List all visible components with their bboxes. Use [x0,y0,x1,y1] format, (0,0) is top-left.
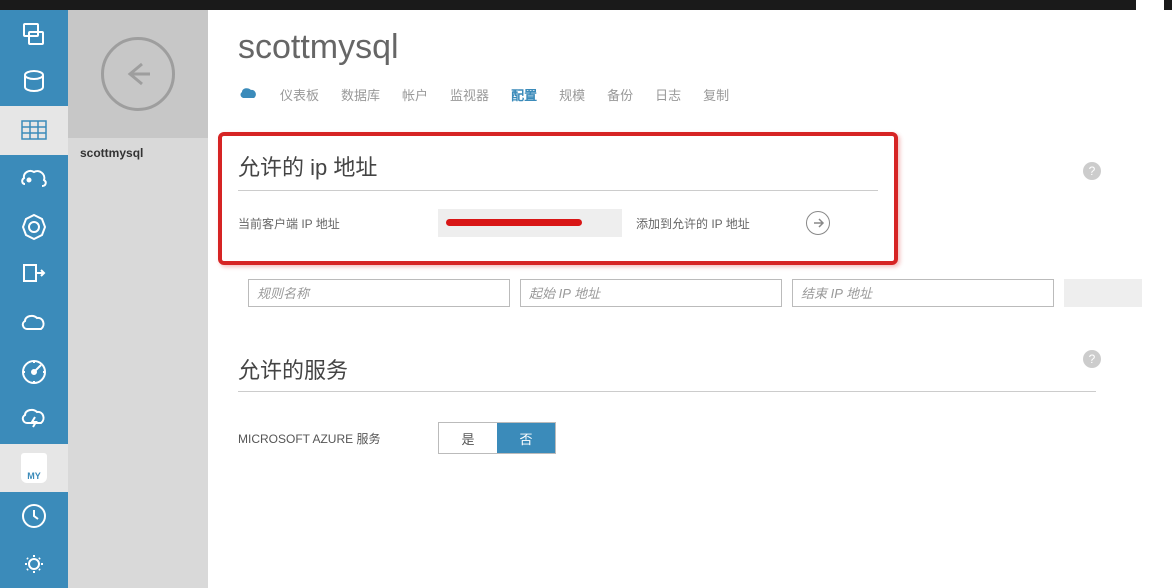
rule-row-tail [1064,279,1142,307]
current-ip-value-redacted [438,209,622,237]
azure-services-row: MICROSOFT AZURE 服务 是 否 [238,422,1142,454]
settings-icon [20,555,48,573]
help-allowed-services[interactable]: ? [1083,350,1101,368]
cloud-bolt-icon [19,407,49,431]
rail-clock[interactable] [0,492,68,540]
back-area [68,10,208,138]
db-cylinder-icon [21,69,47,95]
current-ip-label: 当前客户端 IP 地址 [238,215,438,232]
shell: MY scottmysql scottmysql 仪表板 数据库 帐户 监视器 … [0,10,1172,588]
allowed-services-title: 允许的服务 [238,353,1096,385]
cloud-status-icon [238,86,258,103]
allowed-services-header: 允许的服务 ? [238,353,1096,392]
rail-hadoop[interactable] [0,155,68,203]
main-content: scottmysql 仪表板 数据库 帐户 监视器 配置 规模 备份 日志 复制… [208,10,1172,588]
arrow-right-icon [811,216,825,230]
rule-start-ip-input[interactable] [520,279,782,307]
allowed-ip-title: 允许的 ip 地址 [238,150,878,182]
back-button[interactable] [101,37,175,111]
rail-cloud-bolt[interactable] [0,395,68,443]
rule-end-ip-input[interactable] [792,279,1054,307]
rail-settings[interactable] [0,540,68,588]
breadcrumb-column: scottmysql [68,10,208,588]
toggle-no[interactable]: 否 [497,423,555,453]
left-rail: MY [0,10,68,588]
deploy-icon [20,261,48,289]
databases-icon [20,20,48,48]
toggle-yes[interactable]: 是 [439,423,497,453]
tab-replicate[interactable]: 复制 [703,85,729,104]
tab-scale[interactable]: 规模 [559,85,585,104]
tab-dashboard[interactable]: 仪表板 [280,85,319,104]
top-bar [0,0,1172,10]
tab-account[interactable]: 帐户 [402,85,428,104]
tabs: 仪表板 数据库 帐户 监视器 配置 规模 备份 日志 复制 [238,85,1142,104]
cloud-gear-icon [19,311,49,335]
azure-services-label: MICROSOFT AZURE 服务 [238,430,438,447]
azure-services-toggle: 是 否 [438,422,556,454]
breadcrumb-item[interactable]: scottmysql [68,138,208,168]
gauge-icon [19,357,49,385]
rail-mysql[interactable]: MY [0,444,68,492]
tab-backup[interactable]: 备份 [607,85,633,104]
rail-grid[interactable] [0,106,68,154]
tab-logs[interactable]: 日志 [655,85,681,104]
divider [238,391,1096,392]
arrow-left-icon [120,56,156,92]
rail-cog-circle[interactable] [0,203,68,251]
help-allowed-ip[interactable]: ? [1083,162,1101,180]
mysql-icon: MY [21,453,47,483]
rail-deploy[interactable] [0,251,68,299]
cog-circle-icon [20,213,48,241]
rail-gauge[interactable] [0,347,68,395]
divider [238,190,878,191]
grid-icon [21,120,47,140]
add-to-allowed-label: 添加到允许的 IP 地址 [636,215,806,232]
current-ip-row: 当前客户端 IP 地址 添加到允许的 IP 地址 [238,209,878,237]
tab-database[interactable]: 数据库 [341,85,380,104]
page-title: scottmysql [238,28,1142,67]
hadoop-icon [19,166,49,192]
tab-configure[interactable]: 配置 [511,85,537,104]
rail-databases[interactable] [0,10,68,58]
rail-cloud-gear[interactable] [0,299,68,347]
firewall-rule-row [238,279,1142,307]
tab-monitor[interactable]: 监视器 [450,85,489,104]
add-ip-button[interactable] [806,211,830,235]
rule-name-input[interactable] [248,279,510,307]
rail-db[interactable] [0,58,68,106]
allowed-ip-box: 允许的 ip 地址 当前客户端 IP 地址 添加到允许的 IP 地址 [218,132,898,265]
clock-icon [20,502,48,530]
